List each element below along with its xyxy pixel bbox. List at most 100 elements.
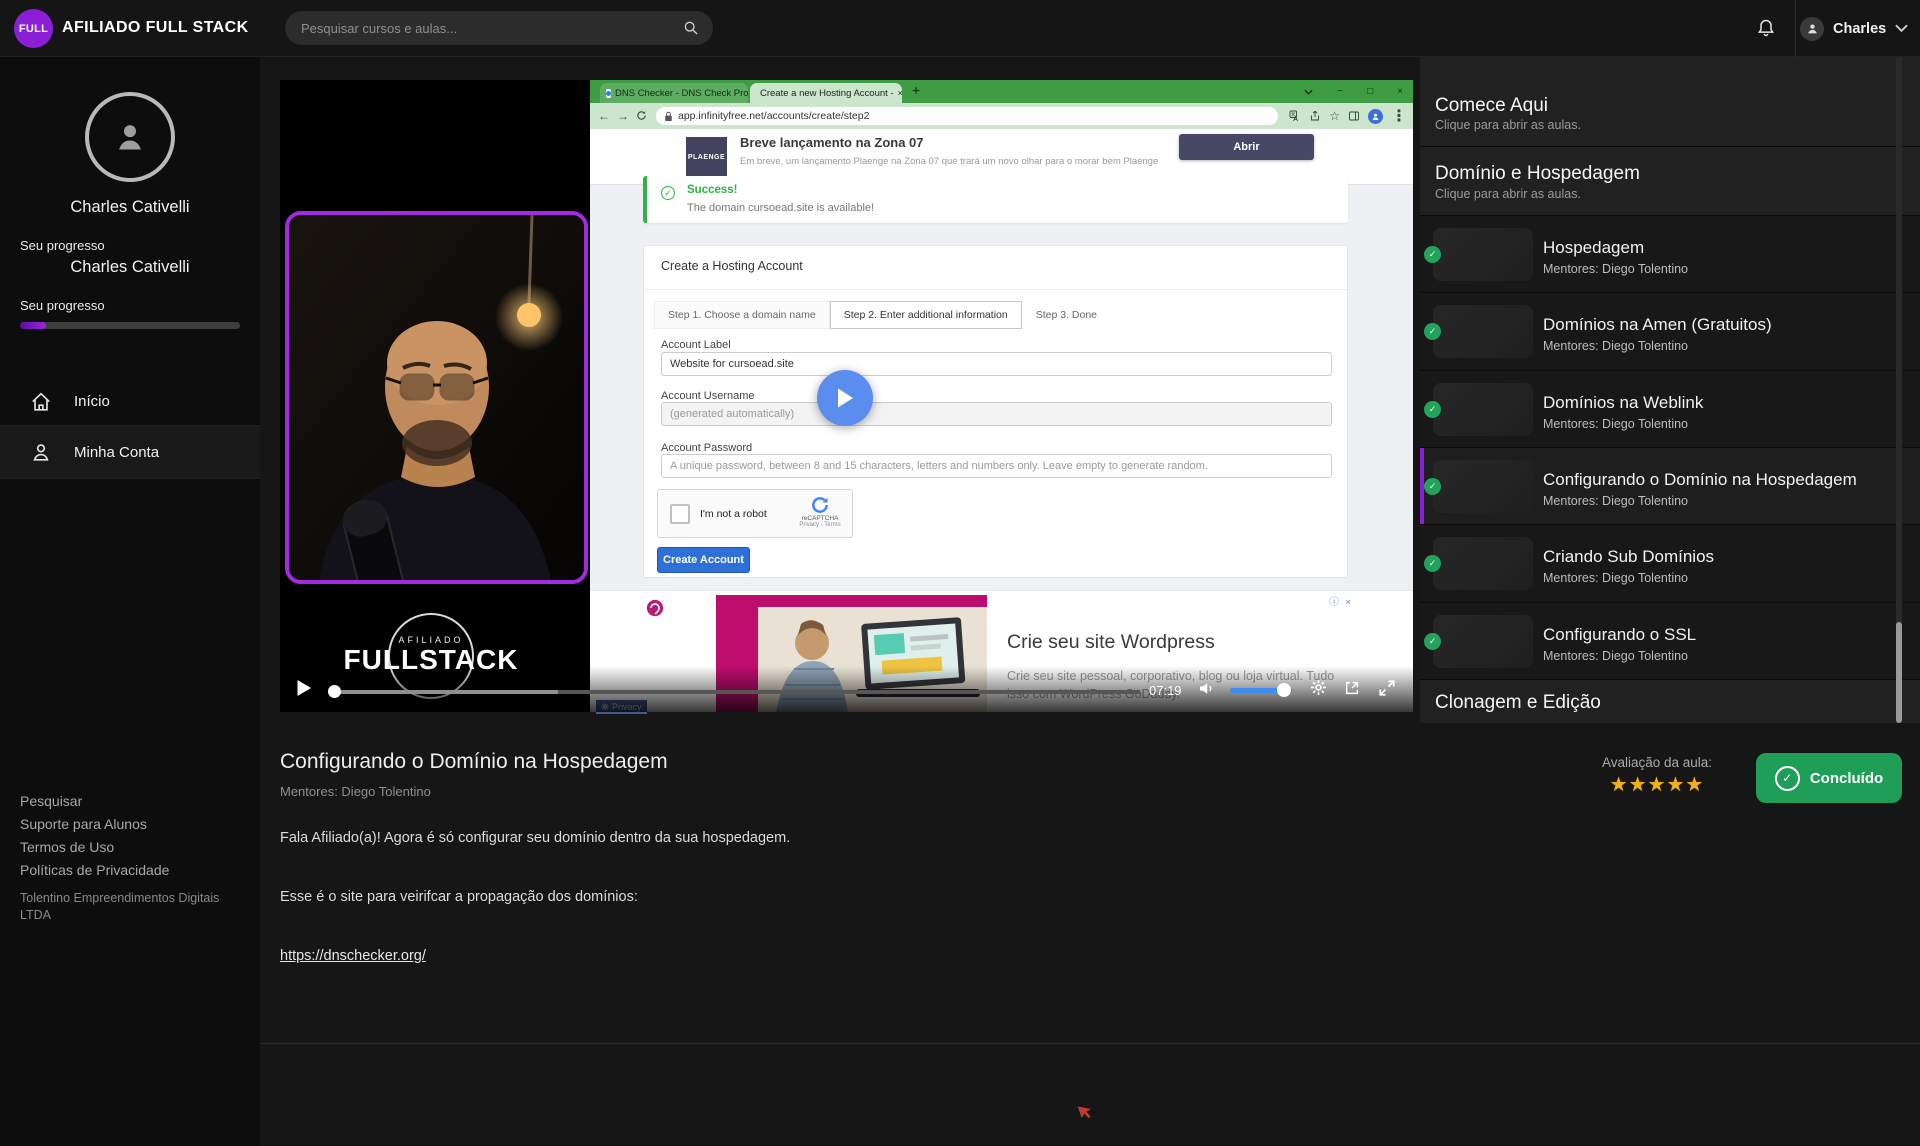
brand-logo-text: FULL: [19, 23, 48, 35]
module-subtitle: Clique para abrir as aulas.: [1435, 118, 1581, 132]
browser-menu-icon[interactable]: ⋮: [1391, 106, 1407, 126]
rating-stars[interactable]: ★★★★★: [1597, 772, 1717, 797]
alert-message: The domain cursoead.site is available!: [687, 202, 874, 214]
footer-link-support[interactable]: Suporte para Alunos: [20, 816, 147, 832]
footer-link-terms[interactable]: Termos de Uso: [20, 839, 114, 855]
play-overlay-button[interactable]: [817, 370, 873, 426]
account-username-label: Account Username: [661, 390, 755, 402]
user-menu[interactable]: Charles: [1800, 0, 1908, 57]
tab-title: DNS Checker - DNS Check Propa: [615, 88, 748, 99]
brand-title: AFILIADO FULL STACK: [62, 19, 249, 37]
step-3-tab[interactable]: Step 3. Done: [1022, 301, 1111, 329]
seek-handle[interactable]: [328, 685, 341, 698]
step-1-tab[interactable]: Step 1. Choose a domain name: [654, 301, 830, 329]
page-title: Configurando o Domínio na Hospedagem: [280, 750, 668, 774]
content-divider: [260, 1043, 1920, 1044]
check-circle-icon: ✓: [661, 186, 675, 200]
account-label-input[interactable]: [661, 352, 1332, 376]
time-display: 07:19: [1149, 683, 1182, 698]
url-bar[interactable]: app.infinityfree.net/accounts/create/ste…: [656, 107, 1278, 125]
account-password-label: Account Password: [661, 442, 752, 454]
sidebar-item-account-label: Minha Conta: [74, 444, 159, 461]
side-panel-icon[interactable]: [1348, 110, 1360, 122]
close-window-icon[interactable]: ×: [1397, 86, 1403, 97]
footer-link-search[interactable]: Pesquisar: [20, 793, 82, 809]
lesson-item-active[interactable]: ✓ Configurando o Domínio na Hospedagem M…: [1420, 448, 1920, 525]
completed-button[interactable]: ✓ Concluído: [1756, 753, 1902, 803]
red-cursor-icon: [1077, 1103, 1095, 1122]
lesson-item[interactable]: ✓ Domínios na Weblink Mentores: Diego To…: [1420, 371, 1920, 448]
seek-bar-track[interactable]: [558, 690, 1140, 694]
sidebar-item-account[interactable]: Minha Conta: [0, 426, 260, 479]
maximize-icon[interactable]: □: [1367, 86, 1373, 97]
step-2-tab[interactable]: Step 2. Enter additional information: [830, 301, 1022, 329]
module-dominio-hospedagem[interactable]: Domínio e Hospedagem Clique para abrir a…: [1420, 147, 1920, 216]
rating-block: Avaliação da aula: ★★★★★: [1597, 755, 1717, 797]
video-player[interactable]: AFILIADO FULLSTACK DNS Checker - DNS Che…: [280, 80, 1413, 712]
banner-open-button[interactable]: Abrir: [1179, 134, 1314, 160]
progress-bar-fill: [20, 322, 46, 329]
chevron-down-icon: [1895, 24, 1908, 33]
module-title: Comece Aqui: [1435, 95, 1548, 117]
lesson-item[interactable]: ✓ Hospedagem Mentores: Diego Tolentino: [1420, 216, 1920, 293]
dnschecker-link[interactable]: https://dnschecker.org/: [280, 948, 426, 964]
form-title: Create a Hosting Account: [661, 259, 803, 273]
ad-info-close-icons[interactable]: ⓘ ×: [1329, 594, 1353, 608]
fullscreen-icon[interactable]: [1378, 679, 1396, 697]
tab-search-chevron-icon[interactable]: [1304, 89, 1313, 95]
footer-link-privacy[interactable]: Políticas de Privacidade: [20, 862, 169, 878]
create-account-button[interactable]: Create Account: [657, 547, 750, 573]
recaptcha-widget: I'm not a robot reCAPTCHA Privacy - Term…: [657, 489, 853, 538]
seek-bar-buffered[interactable]: [334, 690, 558, 694]
sidebar-item-home[interactable]: Início: [0, 378, 260, 426]
tab-close-icon[interactable]: ×: [898, 88, 902, 98]
recaptcha-links[interactable]: Privacy - Terms: [796, 522, 844, 528]
module-comece-aqui[interactable]: Comece Aqui Clique para abrir as aulas.: [1420, 57, 1920, 147]
browser-tab-hosting-account[interactable]: Create a new Hosting Account - ×: [750, 83, 902, 103]
bookmark-star-icon[interactable]: ☆: [1329, 109, 1340, 123]
profile-avatar[interactable]: [85, 92, 175, 182]
lesson-item-mentors: Mentores: Diego Tolentino: [1543, 649, 1688, 663]
lesson-item[interactable]: ✓ Domínios na Amen (Gratuitos) Mentores:…: [1420, 293, 1920, 371]
account-username-input[interactable]: [661, 402, 1332, 426]
completed-check-icon: ✓: [1424, 401, 1441, 418]
volume-icon[interactable]: [1198, 680, 1215, 697]
reload-icon[interactable]: [636, 110, 647, 121]
browser-profile-avatar[interactable]: [1368, 109, 1383, 124]
account-password-input[interactable]: [661, 454, 1332, 478]
lock-icon: [664, 111, 673, 122]
back-icon[interactable]: ←: [598, 109, 610, 123]
lesson-item[interactable]: ✓ Criando Sub Domínios Mentores: Diego T…: [1420, 525, 1920, 603]
lesson-item-title: Hospedagem: [1543, 238, 1644, 258]
topbar: FULL AFILIADO FULL STACK Charles: [0, 0, 1920, 57]
completed-check-icon: ✓: [1424, 555, 1441, 572]
lesson-item[interactable]: ✓ Configurando o SSL Mentores: Diego Tol…: [1420, 603, 1920, 680]
popout-icon[interactable]: [1344, 680, 1360, 696]
search-bar: [285, 11, 713, 45]
volume-slider-handle[interactable]: [1277, 683, 1291, 697]
user-avatar-icon: [1800, 17, 1824, 41]
topbar-divider: [1795, 0, 1796, 57]
home-icon: [30, 391, 52, 413]
translate-icon[interactable]: [1289, 110, 1301, 122]
progress-label-2: Seu progresso: [20, 298, 105, 313]
minimize-icon[interactable]: −: [1337, 86, 1343, 97]
search-icon[interactable]: [683, 20, 699, 36]
new-tab-button[interactable]: +: [912, 82, 920, 98]
lesson-item-title: Criando Sub Domínios: [1543, 547, 1714, 567]
play-button[interactable]: [296, 679, 312, 697]
notifications-bell-icon[interactable]: [1756, 17, 1776, 39]
search-input[interactable]: [285, 21, 683, 36]
recaptcha-checkbox[interactable]: [670, 504, 690, 524]
profile-name: Charles Cativelli: [0, 198, 260, 217]
screencast-browser-window: DNS Checker - DNS Check Propa × Create a…: [590, 80, 1413, 712]
share-icon[interactable]: [1309, 110, 1321, 122]
module-clonagem-edicao[interactable]: Clonagem e Edição: [1420, 680, 1920, 723]
forward-icon[interactable]: →: [617, 109, 629, 123]
brand-logo[interactable]: FULL: [14, 9, 53, 48]
lesson-item-title: Domínios na Amen (Gratuitos): [1543, 315, 1772, 335]
lesson-item-mentors: Mentores: Diego Tolentino: [1543, 339, 1688, 353]
settings-gear-icon[interactable]: [1310, 679, 1327, 696]
playlist-scrollbar-thumb[interactable]: [1896, 622, 1902, 723]
browser-tab-dns-checker[interactable]: DNS Checker - DNS Check Propa ×: [600, 83, 748, 103]
